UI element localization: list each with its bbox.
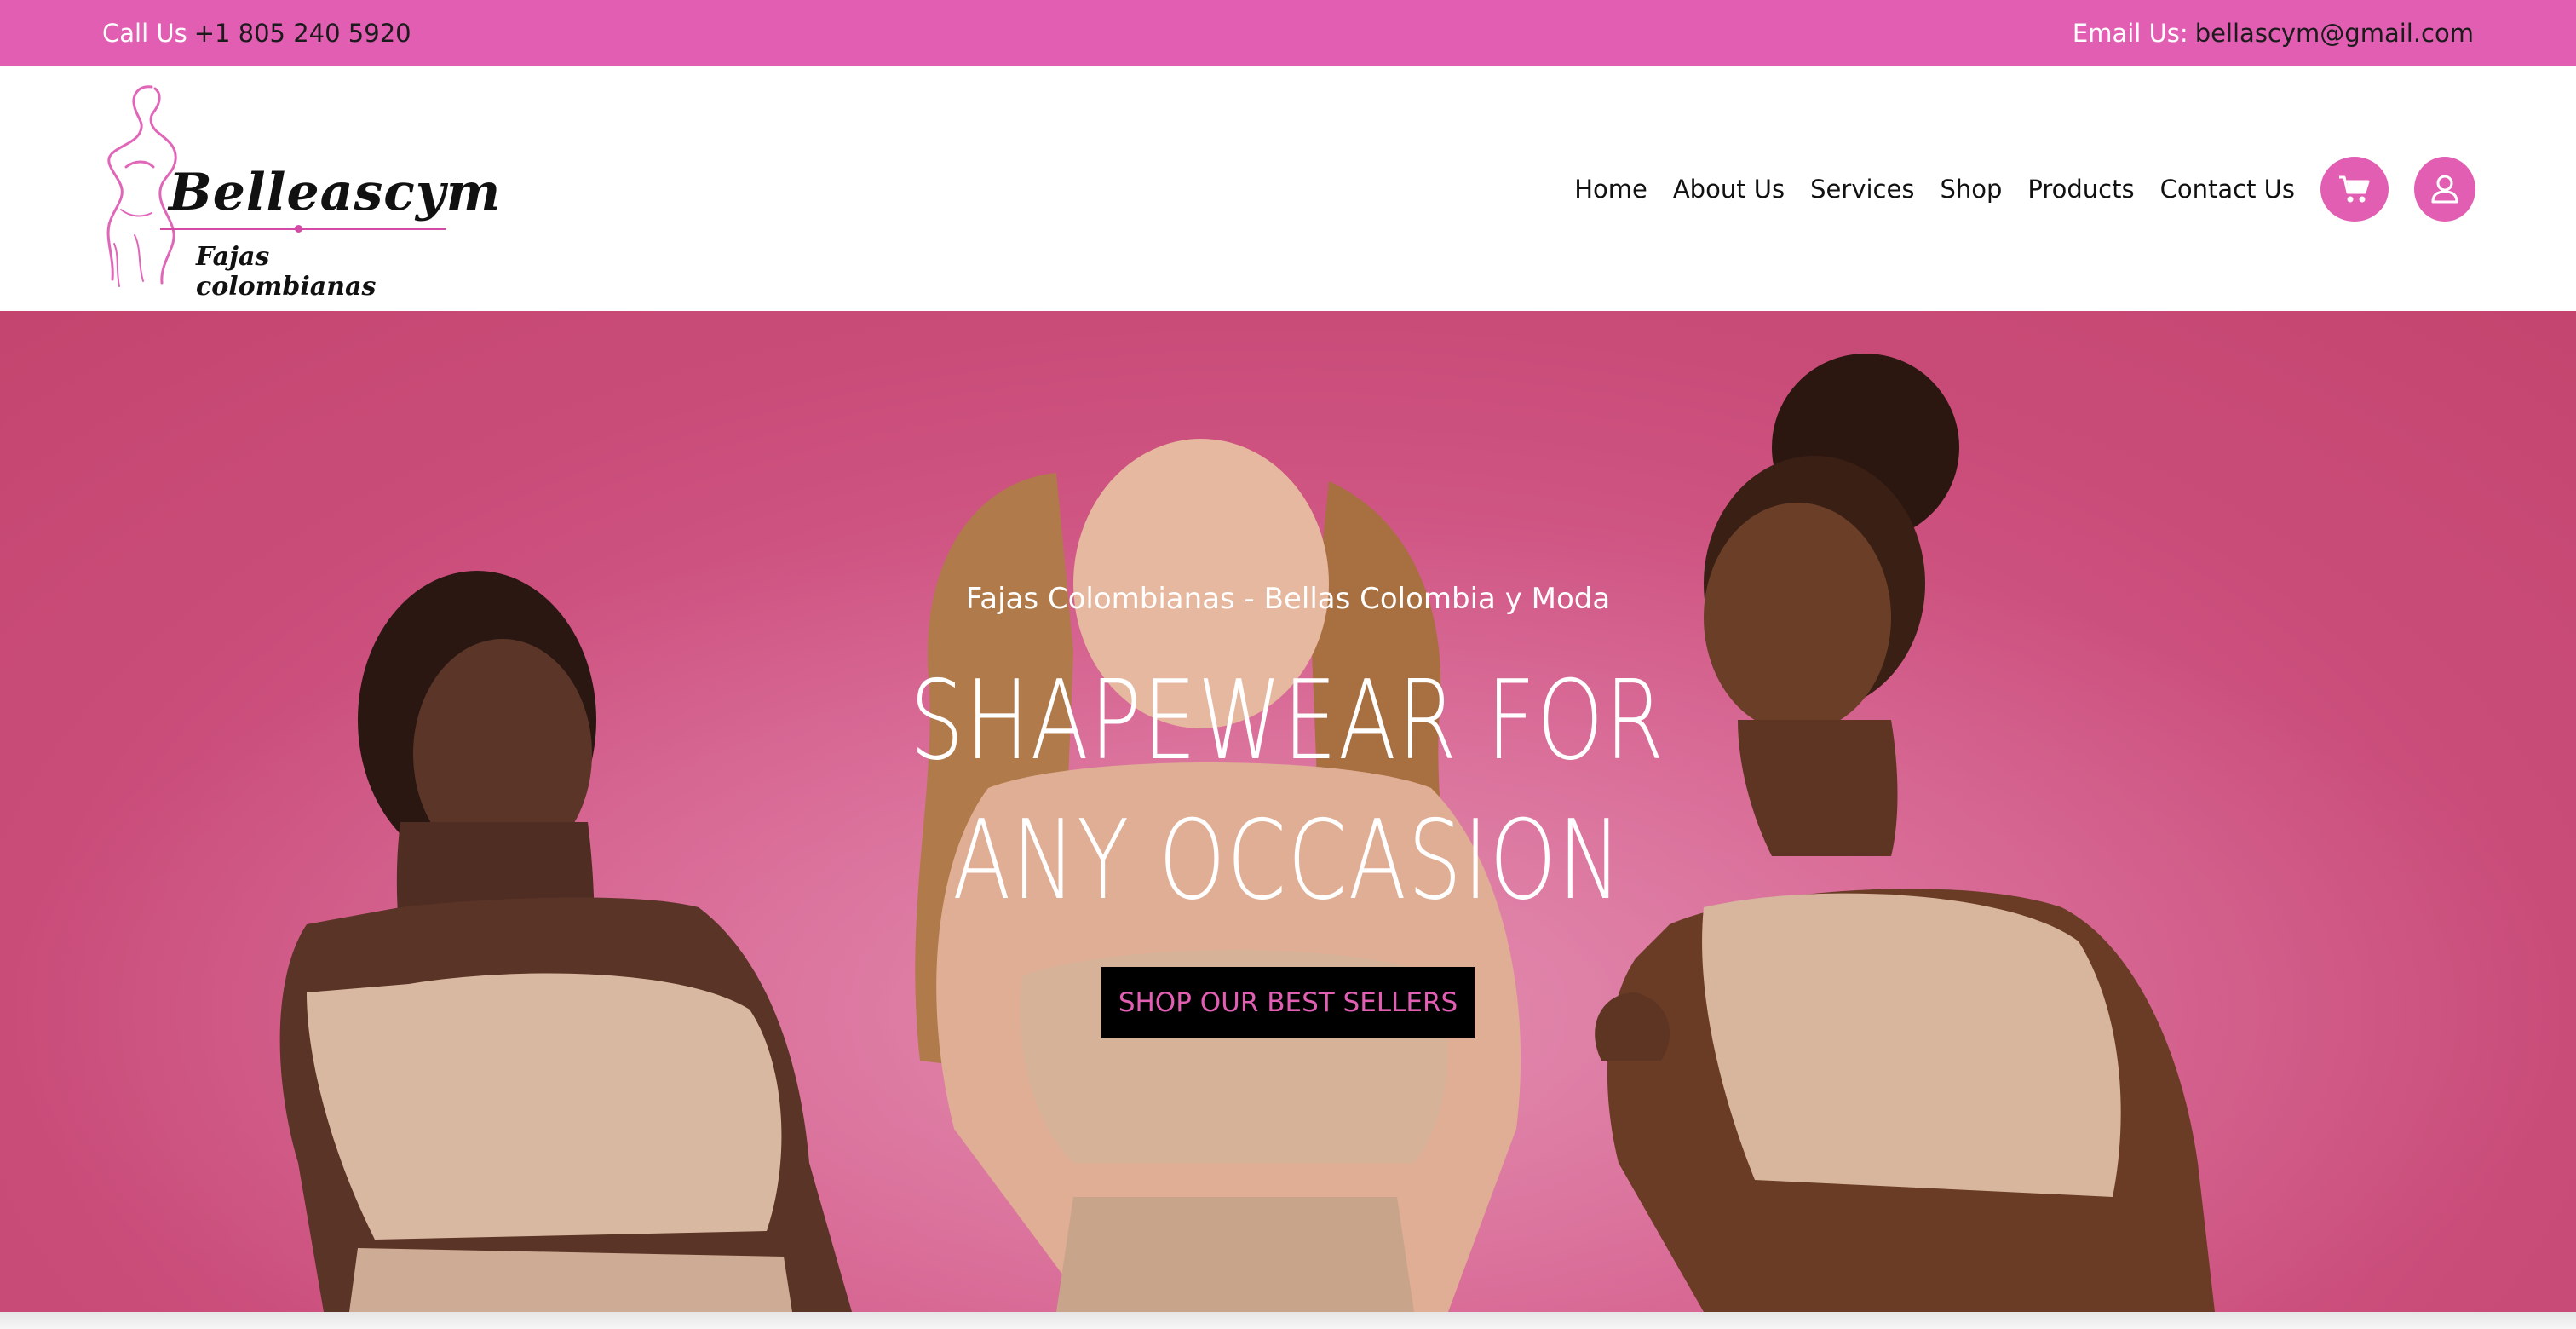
nav-about-us[interactable]: About Us — [1673, 175, 1785, 204]
shop-best-sellers-button[interactable]: SHOP OUR BEST SELLERS — [1101, 967, 1475, 1038]
account-button[interactable] — [2414, 157, 2475, 222]
email-us-group: Email Us: bellascym@gmail.com — [2073, 19, 2474, 48]
call-us-label: Call Us — [102, 19, 187, 48]
cart-button[interactable] — [2320, 157, 2389, 222]
hero-title: SHAPEWEAR FOR ANY OCCASION — [911, 652, 1666, 931]
nav-home[interactable]: Home — [1574, 175, 1647, 204]
nav-contact-us[interactable]: Contact Us — [2160, 175, 2295, 204]
top-contact-bar: Call Us +1 805 240 5920 Email Us: bellas… — [0, 0, 2576, 66]
nav-products[interactable]: Products — [2027, 175, 2134, 204]
email-link[interactable]: bellascym@gmail.com — [2195, 19, 2474, 48]
site-logo[interactable]: Belleascym Fajas colombianas — [101, 82, 500, 302]
user-icon — [2431, 175, 2458, 204]
nav-shop[interactable]: Shop — [1940, 175, 2002, 204]
hero-title-line-2: ANY OCCASION — [952, 797, 1624, 924]
hero-banner: Fajas Colombianas - Bellas Colombia y Mo… — [0, 311, 2576, 1312]
logo-divider — [160, 225, 446, 233]
phone-number-link[interactable]: +1 805 240 5920 — [194, 19, 411, 48]
logo-brand-name: Belleascym — [169, 163, 502, 222]
hero-content: Fajas Colombianas - Bellas Colombia y Mo… — [0, 311, 2576, 1312]
main-navigation: Home About Us Services Shop Products Con… — [1574, 156, 2475, 222]
email-us-label: Email Us: — [2072, 19, 2188, 48]
hero-subtitle: Fajas Colombianas - Bellas Colombia y Mo… — [965, 582, 1611, 616]
nav-services[interactable]: Services — [1810, 175, 1914, 204]
cart-icon — [2339, 175, 2370, 203]
hero-title-line-1: SHAPEWEAR FOR — [910, 658, 1666, 785]
site-header: Belleascym Fajas colombianas Home About … — [0, 66, 2576, 311]
logo-tagline: Fajas colombianas — [196, 242, 377, 302]
call-us-group: Call Us +1 805 240 5920 — [102, 19, 411, 48]
page-bottom-edge — [0, 1312, 2576, 1329]
